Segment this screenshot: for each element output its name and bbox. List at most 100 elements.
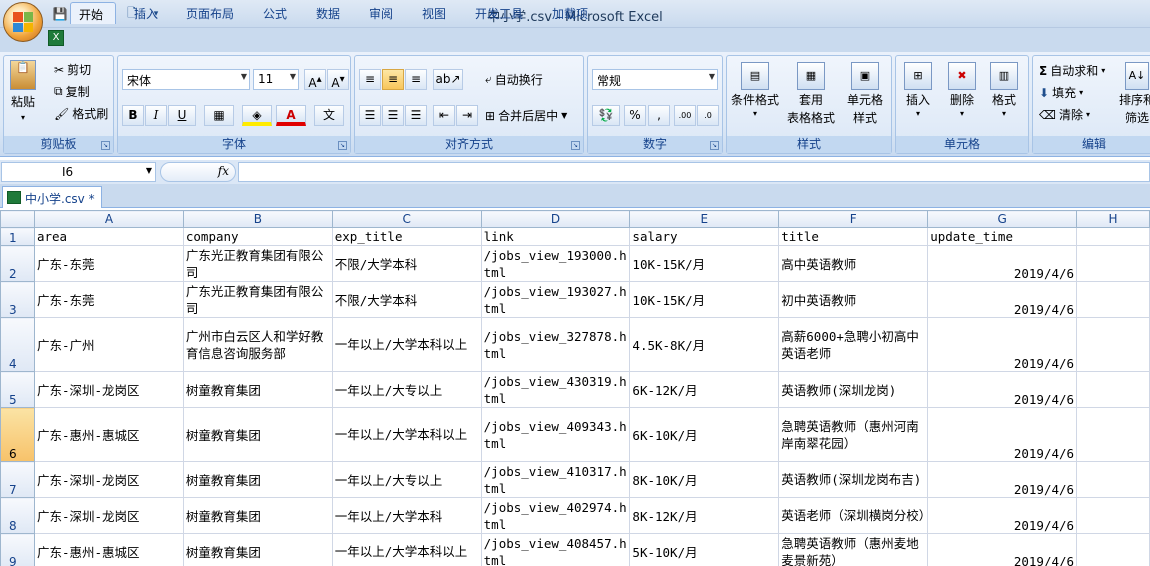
cell[interactable]: 2019/4/6 bbox=[927, 533, 1078, 566]
cell[interactable]: 2019/4/6 bbox=[927, 281, 1078, 318]
phonetic-button[interactable]: 文 bbox=[314, 105, 344, 126]
tab-add-ins[interactable]: 加载项 bbox=[544, 2, 596, 24]
tab-home[interactable]: 开始 bbox=[70, 2, 116, 24]
row-header[interactable]: 8 bbox=[0, 497, 35, 534]
select-all-corner[interactable] bbox=[0, 210, 35, 228]
column-header-g[interactable]: G bbox=[927, 210, 1078, 228]
number-launcher-icon[interactable]: ↘ bbox=[710, 141, 719, 150]
cell[interactable]: /jobs_view_193027.html bbox=[480, 281, 631, 318]
cell[interactable] bbox=[1076, 227, 1150, 246]
cell[interactable]: link bbox=[480, 227, 631, 246]
cell[interactable]: 广东-深圳-龙岗区 bbox=[33, 497, 184, 534]
bold-button[interactable]: B bbox=[122, 105, 144, 126]
row-header[interactable]: 5 bbox=[0, 371, 35, 408]
cell[interactable]: 一年以上/大专以上 bbox=[331, 461, 482, 498]
name-box[interactable]: I6 ▼ bbox=[1, 162, 156, 182]
shrink-font-icon[interactable]: A▾ bbox=[327, 69, 349, 90]
cell[interactable]: 英语教师(深圳龙岗布吉) bbox=[778, 461, 929, 498]
cell-styles-button[interactable]: ▣ 单元格 样式 bbox=[847, 62, 883, 126]
cell[interactable]: /jobs_view_193000.html bbox=[480, 245, 631, 282]
cell[interactable]: 5K-10K/月 bbox=[629, 533, 780, 566]
cell[interactable]: 4.5K-8K/月 bbox=[629, 317, 780, 372]
increase-decimal-icon[interactable]: .00 bbox=[674, 105, 696, 126]
number-format-select[interactable]: 常规 ▼ bbox=[592, 69, 718, 90]
align-top-icon[interactable]: ≡ bbox=[359, 69, 381, 90]
align-left-icon[interactable]: ☰ bbox=[359, 105, 381, 126]
cell[interactable]: 一年以上/大学本科 bbox=[331, 497, 482, 534]
cell[interactable]: 广东-广州 bbox=[33, 317, 184, 372]
column-header-c[interactable]: C bbox=[331, 210, 482, 228]
cell[interactable]: 一年以上/大专以上 bbox=[331, 371, 482, 408]
cell[interactable]: 广东光正教育集团有限公司 bbox=[182, 281, 333, 318]
format-painter-button[interactable]: 🖌 格式刷 bbox=[54, 105, 108, 122]
conditional-formatting-button[interactable]: ▤ 条件格式 ▾ bbox=[731, 62, 779, 118]
increase-indent-icon[interactable]: ⇥ bbox=[456, 105, 478, 126]
tab-data[interactable]: 数据 bbox=[308, 2, 348, 24]
align-bottom-icon[interactable]: ≡ bbox=[405, 69, 427, 90]
align-middle-icon[interactable]: ≡ bbox=[382, 69, 404, 90]
align-center-icon[interactable]: ☰ bbox=[382, 105, 404, 126]
copy-button[interactable]: ⧉ 复制 bbox=[54, 83, 90, 100]
fill-color-icon[interactable]: ◈ bbox=[242, 105, 272, 126]
cell[interactable]: exp_title bbox=[331, 227, 482, 246]
cell[interactable] bbox=[1076, 245, 1150, 282]
save-icon[interactable]: 💾 bbox=[50, 5, 70, 23]
formula-input[interactable] bbox=[238, 162, 1150, 182]
tab-view[interactable]: 视图 bbox=[414, 2, 454, 24]
format-as-table-button[interactable]: ▦ 套用 表格格式 bbox=[787, 62, 835, 126]
tab-review[interactable]: 审阅 bbox=[361, 2, 401, 24]
cell[interactable]: 广东-东莞 bbox=[33, 281, 184, 318]
cell[interactable]: 高薪6000+急聘小初高中英语老师 bbox=[778, 317, 929, 372]
fill-button[interactable]: ⬇ 填充 ▾ bbox=[1039, 84, 1083, 101]
cell[interactable]: salary bbox=[629, 227, 780, 246]
decrease-indent-icon[interactable]: ⇤ bbox=[433, 105, 455, 126]
alignment-launcher-icon[interactable]: ↘ bbox=[571, 141, 580, 150]
column-header-a[interactable]: A bbox=[33, 210, 184, 228]
delete-cells-button[interactable]: ✖ 删除 ▾ bbox=[948, 62, 976, 118]
cell[interactable]: /jobs_view_430319.html bbox=[480, 371, 631, 408]
cell[interactable]: 英语教师(深圳龙岗) bbox=[778, 371, 929, 408]
cell[interactable]: 广东-深圳-龙岗区 bbox=[33, 371, 184, 408]
format-cells-button[interactable]: ▥ 格式 ▾ bbox=[990, 62, 1018, 118]
cell[interactable]: /jobs_view_410317.html bbox=[480, 461, 631, 498]
cell[interactable]: title bbox=[778, 227, 929, 246]
row-header[interactable]: 1 bbox=[0, 227, 35, 246]
cell[interactable] bbox=[1076, 497, 1150, 534]
cell[interactable] bbox=[1076, 317, 1150, 372]
cell[interactable]: company bbox=[182, 227, 333, 246]
column-header-f[interactable]: F bbox=[778, 210, 929, 228]
row-header[interactable]: 3 bbox=[0, 281, 35, 318]
tab-developer[interactable]: 开发工具 bbox=[467, 2, 531, 24]
cell[interactable]: 初中英语教师 bbox=[778, 281, 929, 318]
sort-filter-button[interactable]: A↓ 排序和 筛选 bbox=[1119, 62, 1150, 126]
insert-cells-button[interactable]: ⊞ 插入 ▾ bbox=[904, 62, 932, 118]
currency-icon[interactable]: 💱 bbox=[592, 105, 620, 126]
row-header[interactable]: 4 bbox=[0, 317, 35, 372]
orientation-icon[interactable]: ab↗ bbox=[433, 69, 463, 90]
cell[interactable]: 2019/4/6 bbox=[927, 245, 1078, 282]
wrap-text-button[interactable]: ⤶ 自动换行 bbox=[485, 71, 543, 88]
cell[interactable]: 6K-10K/月 bbox=[629, 407, 780, 462]
workbook-tab[interactable]: 中小学.csv * bbox=[2, 186, 102, 208]
merge-center-button[interactable]: ⊞ 合并后居中 ▼ bbox=[485, 107, 567, 124]
cell[interactable]: 10K-15K/月 bbox=[629, 245, 780, 282]
cell[interactable]: 不限/大学本科 bbox=[331, 281, 482, 318]
column-header-e[interactable]: E bbox=[629, 210, 780, 228]
column-header-d[interactable]: D bbox=[480, 210, 631, 228]
autosum-button[interactable]: Σ 自动求和 ▾ bbox=[1039, 62, 1105, 79]
font-name-select[interactable]: 宋体 ▼ bbox=[122, 69, 250, 90]
cell[interactable] bbox=[1076, 407, 1150, 462]
cell[interactable]: 树童教育集团 bbox=[182, 533, 333, 566]
cell[interactable]: /jobs_view_409343.html bbox=[480, 407, 631, 462]
cell[interactable]: 2019/4/6 bbox=[927, 497, 1078, 534]
column-header-b[interactable]: B bbox=[182, 210, 333, 228]
paste-button[interactable]: 📋 粘贴 ▾ bbox=[10, 60, 36, 122]
cell[interactable]: 树童教育集团 bbox=[182, 461, 333, 498]
cell[interactable] bbox=[1076, 461, 1150, 498]
cell[interactable]: 高中英语教师 bbox=[778, 245, 929, 282]
row-header[interactable]: 9 bbox=[0, 533, 35, 566]
cell[interactable]: 广东-东莞 bbox=[33, 245, 184, 282]
cell[interactable]: 不限/大学本科 bbox=[331, 245, 482, 282]
cell[interactable] bbox=[1076, 533, 1150, 566]
cell[interactable]: 广东-惠州-惠城区 bbox=[33, 407, 184, 462]
